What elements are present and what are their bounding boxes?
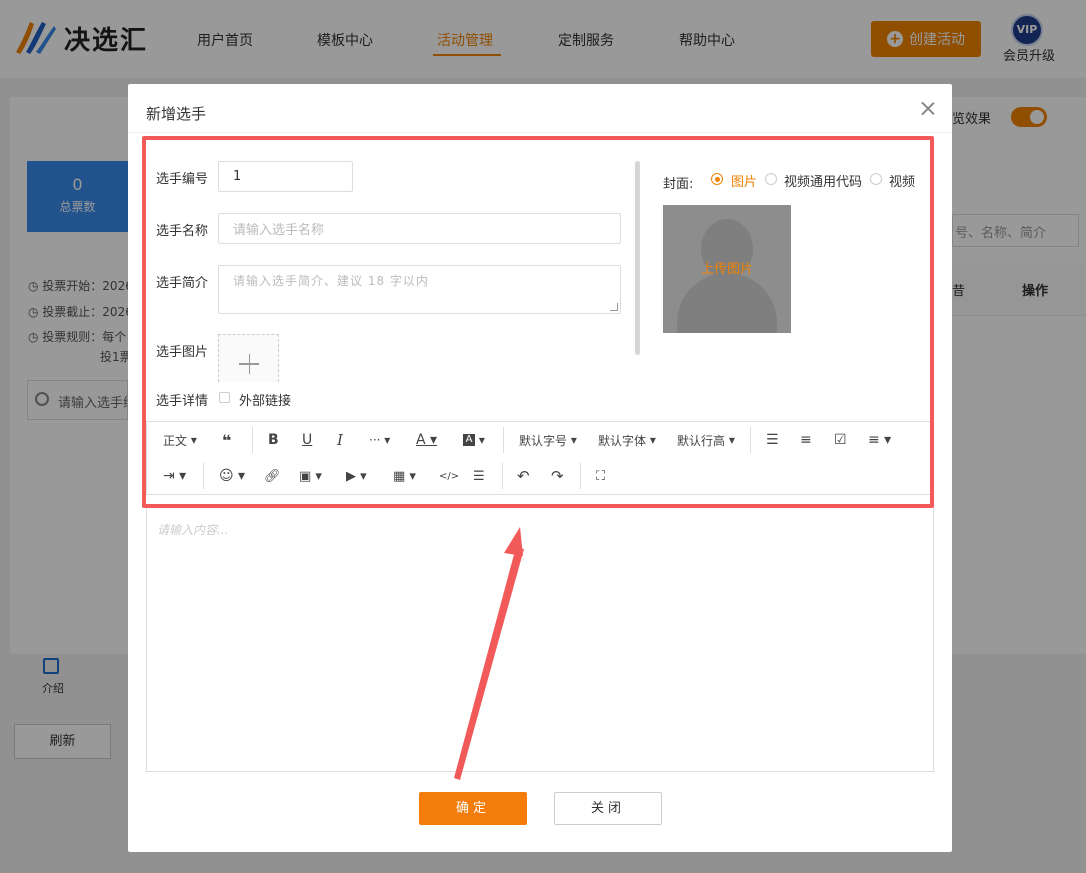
close-icon[interactable] <box>918 98 938 118</box>
dialog-header-divider <box>128 132 952 133</box>
add-player-dialog: 新增选手 选手编号 1 选手名称 请输入选手名称 选手简介 请输入选手简介、建议… <box>128 84 952 852</box>
confirm-button[interactable]: 确定 <box>419 792 527 825</box>
annotation-highlight-box <box>142 136 934 508</box>
editor-placeholder: 请输入内容... <box>157 523 229 537</box>
close-button[interactable]: 关闭 <box>554 792 662 825</box>
rich-text-editor[interactable]: 请输入内容... <box>146 504 934 772</box>
dialog-title: 新增选手 <box>146 105 207 123</box>
